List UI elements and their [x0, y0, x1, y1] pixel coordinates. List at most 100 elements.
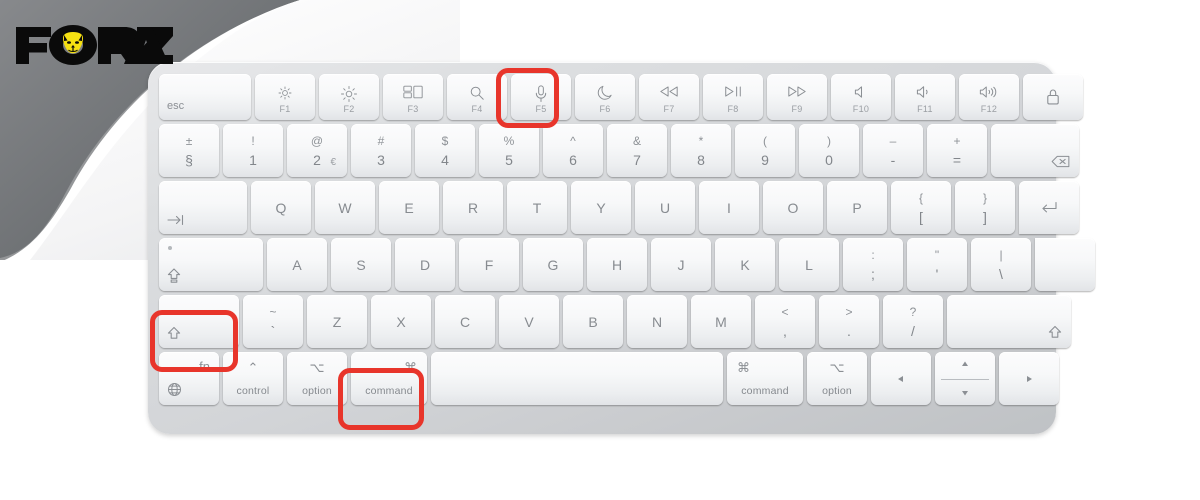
function-key-row: esc F1 F2 F3 F4 F5 F6 F7 F8 F9 F10 F11 F… [159, 74, 1083, 120]
brightness-up-icon [319, 85, 379, 103]
shift-arrow-icon [167, 326, 181, 340]
key-space[interactable] [431, 352, 723, 405]
caps-lock-indicator [168, 246, 172, 250]
key-f12[interactable]: F12 [959, 74, 1019, 120]
key-f3[interactable]: F3 [383, 74, 443, 120]
key-1[interactable]: ! 1 [223, 124, 283, 177]
key-a[interactable]: A [267, 238, 327, 291]
key-f8[interactable]: F8 [703, 74, 763, 120]
key-b[interactable]: B [563, 295, 623, 348]
key-option-left[interactable]: ⌥ option [287, 352, 347, 405]
return-enter-icon [1019, 201, 1079, 214]
key-k[interactable]: K [715, 238, 775, 291]
key-5[interactable]: % 5 [479, 124, 539, 177]
key-y[interactable]: Y [571, 181, 631, 234]
key-e[interactable]: E [379, 181, 439, 234]
key-r[interactable]: R [443, 181, 503, 234]
globe-icon [167, 382, 182, 397]
key-u[interactable]: U [635, 181, 695, 234]
key-w[interactable]: W [315, 181, 375, 234]
key-c[interactable]: C [435, 295, 495, 348]
key-0[interactable]: ) 0 [799, 124, 859, 177]
key-2[interactable]: @ 2 € [287, 124, 347, 177]
key-l[interactable]: L [779, 238, 839, 291]
key-semicolon[interactable]: : ; [843, 238, 903, 291]
key-f[interactable]: F [459, 238, 519, 291]
key-f4[interactable]: F4 [447, 74, 507, 120]
caps-lock-arrow-icon [167, 268, 181, 283]
key-backslash[interactable]: | \ [971, 238, 1031, 291]
key-f10[interactable]: F10 [831, 74, 891, 120]
key-d[interactable]: D [395, 238, 455, 291]
key-arrow-up-down[interactable] [935, 352, 995, 405]
key-slash[interactable]: ? / [883, 295, 943, 348]
key-command-left[interactable]: ⌘ command [351, 352, 427, 405]
key-comma[interactable]: < , [755, 295, 815, 348]
key-h[interactable]: H [587, 238, 647, 291]
key-arrow-right[interactable] [999, 352, 1059, 405]
key-lock[interactable] [1023, 74, 1083, 120]
arrow-right-icon [999, 374, 1059, 384]
key-i[interactable]: I [699, 181, 759, 234]
key-esc[interactable]: esc [159, 74, 251, 120]
key-shift-left[interactable] [159, 295, 239, 348]
key-quote[interactable]: " ' [907, 238, 967, 291]
key-bracket-right[interactable]: } ] [955, 181, 1015, 234]
key-section[interactable]: ± § [159, 124, 219, 177]
key-f9[interactable]: F9 [767, 74, 827, 120]
key-f1[interactable]: F1 [255, 74, 315, 120]
arrow-up-icon[interactable] [935, 360, 995, 368]
key-minus[interactable]: – - [863, 124, 923, 177]
key-f5[interactable]: F5 [511, 74, 571, 120]
key-f7[interactable]: F7 [639, 74, 699, 120]
key-control-left[interactable]: ⌃ control [223, 352, 283, 405]
key-bracket-left[interactable]: { [ [891, 181, 951, 234]
key-option-right[interactable]: ⌥ option [807, 352, 867, 405]
mute-icon [831, 85, 891, 99]
home-key-row: A S D F G H J K L : ; " ' | \ [159, 238, 1095, 291]
key-n[interactable]: N [627, 295, 687, 348]
key-p[interactable]: P [827, 181, 887, 234]
delete-backspace-icon [1051, 155, 1070, 168]
key-return-lower[interactable] [1035, 238, 1095, 291]
key-f2[interactable]: F2 [319, 74, 379, 120]
key-m[interactable]: M [691, 295, 751, 348]
lion-head-icon [63, 32, 83, 54]
key-7[interactable]: & 7 [607, 124, 667, 177]
key-6[interactable]: ^ 6 [543, 124, 603, 177]
key-capslock[interactable] [159, 238, 263, 291]
arrow-down-icon[interactable] [935, 389, 995, 397]
key-9[interactable]: ( 9 [735, 124, 795, 177]
key-fn[interactable]: fn [159, 352, 219, 405]
tab-arrow-icon [167, 214, 185, 226]
key-tab[interactable] [159, 181, 247, 234]
logo-wordmark [16, 25, 173, 65]
zxcv-key-row: ~ ` Z X C V B N M < , > . ? / [159, 295, 1071, 348]
key-4[interactable]: $ 4 [415, 124, 475, 177]
key-f6[interactable]: F6 [575, 74, 635, 120]
key-8[interactable]: * 8 [671, 124, 731, 177]
key-j[interactable]: J [651, 238, 711, 291]
key-x[interactable]: X [371, 295, 431, 348]
key-grave[interactable]: ~ ` [243, 295, 303, 348]
key-period[interactable]: > . [819, 295, 879, 348]
key-shift-right[interactable] [947, 295, 1071, 348]
key-return[interactable] [1019, 181, 1079, 234]
key-command-right[interactable]: ⌘ command [727, 352, 803, 405]
key-v[interactable]: V [499, 295, 559, 348]
key-f11[interactable]: F11 [895, 74, 955, 120]
key-t[interactable]: T [507, 181, 567, 234]
key-g[interactable]: G [523, 238, 583, 291]
fast-forward-icon [767, 85, 827, 98]
key-arrow-left[interactable] [871, 352, 931, 405]
key-delete[interactable] [991, 124, 1079, 177]
key-o[interactable]: O [763, 181, 823, 234]
brightness-down-icon [255, 85, 315, 101]
key-q[interactable]: Q [251, 181, 311, 234]
key-s[interactable]: S [331, 238, 391, 291]
key-equal[interactable]: + = [927, 124, 987, 177]
key-3[interactable]: # 3 [351, 124, 411, 177]
spotlight-search-icon [447, 85, 507, 101]
arrow-left-icon [871, 374, 931, 384]
key-z[interactable]: Z [307, 295, 367, 348]
